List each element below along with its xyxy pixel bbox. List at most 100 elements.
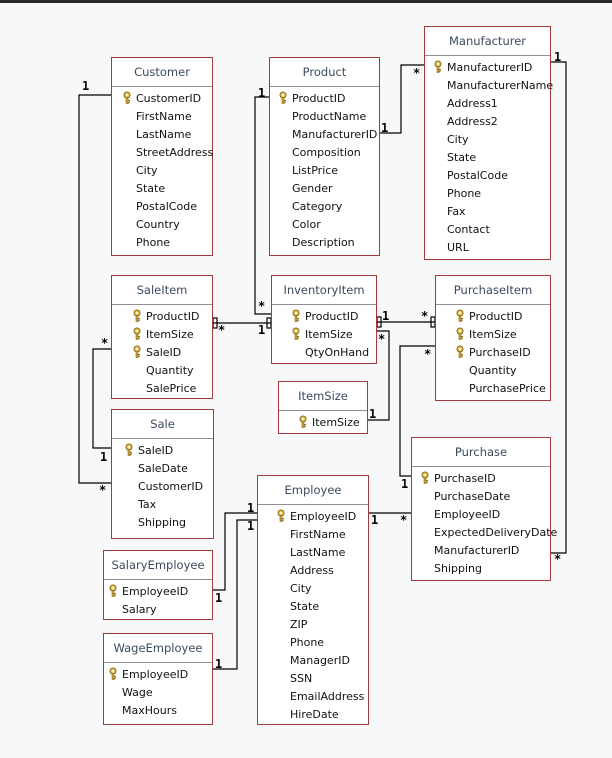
field[interactable]: MaxHours: [104, 702, 212, 720]
field-name: EmailAddress: [290, 690, 365, 703]
field-name: EmployeeID: [122, 668, 189, 681]
table-title[interactable]: Customer: [112, 58, 212, 87]
field[interactable]: StreetAddress: [112, 144, 213, 162]
field[interactable]: Quantity: [112, 362, 212, 380]
table-customer[interactable]: Customer CustomerID FirstName LastName Stree…: [111, 57, 213, 256]
primary-key-field[interactable]: ProductID: [436, 308, 550, 326]
primary-key-field[interactable]: EmployeeID: [104, 666, 212, 684]
field[interactable]: URL: [425, 239, 550, 257]
field[interactable]: City: [112, 162, 212, 180]
field[interactable]: City: [425, 131, 550, 149]
field[interactable]: ExpectedDeliveryDate: [412, 524, 557, 542]
field[interactable]: Address2: [425, 113, 550, 131]
field[interactable]: PurchaseDate: [412, 488, 550, 506]
table-title[interactable]: PurchaseItem: [436, 276, 550, 305]
table-title[interactable]: Sale: [112, 410, 213, 439]
field[interactable]: LastName: [258, 544, 368, 562]
field[interactable]: ManagerID: [258, 652, 368, 670]
primary-key-field[interactable]: ProductID: [270, 90, 379, 108]
field[interactable]: ListPrice: [270, 162, 379, 180]
field[interactable]: Category: [270, 198, 379, 216]
field[interactable]: Wage: [104, 684, 212, 702]
primary-key-field[interactable]: ItemSize: [279, 414, 367, 432]
table-title[interactable]: Manufacturer: [425, 27, 550, 56]
table-purchase[interactable]: Purchase PurchaseID PurchaseDate EmployeeID…: [411, 437, 557, 581]
field[interactable]: Phone: [425, 185, 550, 203]
field[interactable]: Shipping: [412, 560, 550, 578]
field[interactable]: ManufacturerName: [425, 77, 553, 95]
primary-key-field[interactable]: ProductID: [112, 308, 212, 326]
primary-key-field[interactable]: ItemSize: [112, 326, 212, 344]
field-name: ManufacturerID: [292, 128, 378, 141]
primary-key-field[interactable]: ProductID: [272, 308, 376, 326]
table-itemsize[interactable]: ItemSize ItemSize: [278, 381, 368, 434]
field[interactable]: ManufacturerID: [412, 542, 550, 560]
field[interactable]: HireDate: [258, 706, 368, 724]
field[interactable]: Contact: [425, 221, 550, 239]
field[interactable]: FirstName: [258, 526, 368, 544]
field[interactable]: State: [112, 180, 212, 198]
field[interactable]: SaleDate: [112, 460, 213, 478]
table-wageemployee[interactable]: WageEmployee EmployeeID Wage MaxHours: [103, 633, 213, 725]
field[interactable]: Fax: [425, 203, 550, 221]
primary-key-field[interactable]: EmployeeID: [104, 583, 212, 601]
primary-key-field[interactable]: ManufacturerID: [425, 59, 550, 77]
table-title[interactable]: SalaryEmployee: [104, 551, 212, 580]
primary-key-field[interactable]: ItemSize: [436, 326, 550, 344]
primary-key-field[interactable]: SaleID: [112, 344, 212, 362]
field[interactable]: CustomerID: [112, 478, 213, 496]
field[interactable]: Address1: [425, 95, 550, 113]
field[interactable]: Composition: [270, 144, 379, 162]
field[interactable]: Phone: [258, 634, 368, 652]
primary-key-field[interactable]: SaleID: [112, 442, 213, 460]
field[interactable]: Gender: [270, 180, 379, 198]
table-title[interactable]: Product: [270, 58, 379, 87]
field[interactable]: State: [425, 149, 550, 167]
field[interactable]: ManufacturerID: [270, 126, 379, 144]
field[interactable]: Address: [258, 562, 368, 580]
field[interactable]: FirstName: [112, 108, 212, 126]
table-title[interactable]: InventoryItem: [272, 276, 376, 305]
field[interactable]: Description: [270, 234, 379, 252]
field[interactable]: QtyOnHand: [272, 344, 376, 362]
primary-key-field[interactable]: EmployeeID: [258, 508, 368, 526]
primary-key-field[interactable]: ItemSize: [272, 326, 376, 344]
field[interactable]: Shipping: [112, 514, 213, 532]
field[interactable]: ZIP: [258, 616, 368, 634]
table-title[interactable]: WageEmployee: [104, 634, 212, 663]
field[interactable]: State: [258, 598, 368, 616]
table-title[interactable]: SaleItem: [112, 276, 212, 305]
table-purchaseitem[interactable]: PurchaseItem ProductID ItemSize PurchaseID Q…: [435, 275, 551, 401]
table-title[interactable]: Purchase: [412, 438, 550, 467]
field[interactable]: LastName: [112, 126, 212, 144]
table-employee[interactable]: Employee EmployeeID FirstName LastName Addre…: [257, 475, 369, 725]
field-name: Quantity: [469, 364, 517, 377]
field[interactable]: Phone: [112, 234, 212, 252]
field[interactable]: Tax: [112, 496, 213, 514]
primary-key-field[interactable]: PurchaseID: [412, 470, 550, 488]
table-product[interactable]: Product ProductID ProductName ManufacturerI…: [269, 57, 380, 256]
field[interactable]: SalePrice: [112, 380, 212, 398]
field[interactable]: Salary: [104, 601, 212, 619]
table-inventoryitem[interactable]: InventoryItem ProductID ItemSize QtyOnHand: [271, 275, 377, 364]
field[interactable]: SSN: [258, 670, 368, 688]
table-saleitem[interactable]: SaleItem ProductID ItemSize SaleID Quantity S…: [111, 275, 213, 399]
table-salaryemployee[interactable]: SalaryEmployee EmployeeID Salary: [103, 550, 213, 620]
table-title[interactable]: ItemSize: [279, 382, 367, 411]
field[interactable]: City: [258, 580, 368, 598]
field[interactable]: PurchasePrice: [436, 380, 550, 398]
field[interactable]: EmployeeID: [412, 506, 550, 524]
field[interactable]: Country: [112, 216, 212, 234]
field[interactable]: EmailAddress: [258, 688, 368, 706]
field[interactable]: Quantity: [436, 362, 550, 380]
field-name: Country: [136, 218, 180, 231]
table-title[interactable]: Employee: [258, 476, 368, 505]
table-sale[interactable]: Sale SaleID SaleDate CustomerID Tax Shipping: [111, 409, 214, 539]
field[interactable]: PostalCode: [112, 198, 212, 216]
field[interactable]: PostalCode: [425, 167, 550, 185]
table-manufacturer[interactable]: Manufacturer ManufacturerID ManufacturerNa…: [424, 26, 553, 260]
primary-key-field[interactable]: CustomerID: [112, 90, 212, 108]
field[interactable]: ProductName: [270, 108, 379, 126]
primary-key-field[interactable]: PurchaseID: [436, 344, 550, 362]
field[interactable]: Color: [270, 216, 379, 234]
